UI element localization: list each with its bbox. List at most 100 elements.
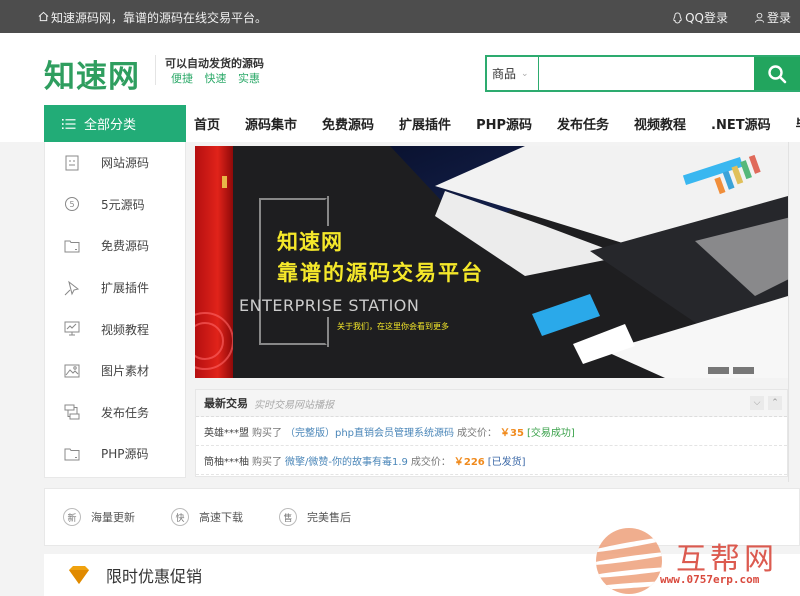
sidebar-item-label: 免费源码 [101, 239, 150, 254]
banner-slide-dot[interactable] [733, 367, 754, 374]
sidebar-item-image-assets[interactable]: 图片素材 [45, 350, 185, 392]
banner-headline: 靠谱的源码交易平台 [277, 261, 484, 285]
main-navigation: 全部分类 首页 源码集市 免费源码 扩展插件 PHP源码 发布任务 视频教程 .… [0, 105, 800, 142]
nav-item-php-source[interactable]: PHP源码 [468, 114, 540, 133]
nav-item-graduation[interactable]: 毕业 [788, 114, 800, 133]
banner-english-text: ENTERPRISE STATION [239, 296, 420, 315]
site-slogan: 知速源码网，靠谱的源码在线交易平台。 [38, 9, 267, 26]
trades-title: 最新交易 [204, 397, 248, 410]
all-categories-label: 全部分类 [84, 118, 137, 133]
nav-item-plugins[interactable]: 扩展插件 [391, 114, 459, 133]
nav-item-source-market[interactable]: 源码集市 [237, 114, 305, 133]
category-sidebar: 网站源码 5 5元源码 免费源码 扩展插件 视频教程 图片素材 发布任务 PHP… [44, 142, 186, 478]
trade-status: [已发货] [487, 456, 526, 468]
qq-icon [673, 11, 682, 24]
trades-subtitle: 实时交易网站播报 [254, 399, 334, 411]
trade-row: 英雄***盟 购买了 （完整版）php直销会员管理系统源码 成交价： ￥35 [… [196, 417, 787, 446]
trade-status: [交易成功] [526, 427, 575, 439]
sidebar-item-php-source[interactable]: PHP源码 [45, 433, 185, 475]
trade-row: 筒柚***柚 购买了 微擎/微赞-你的故事有毒1.9 成交价： ￥226 [已发… [196, 446, 787, 475]
site-logo[interactable]: 知速网 [44, 51, 140, 96]
scroll-down-button[interactable]: ⌵ [750, 396, 764, 410]
feature-label: 高速下载 [199, 511, 243, 524]
sidebar-item-post-task[interactable]: 发布任务 [45, 392, 185, 434]
search-category-value: 商品 [492, 67, 517, 81]
folder-icon [63, 237, 81, 255]
feature-badge-icon: 售 [279, 508, 297, 526]
banner-red-curtain [195, 146, 234, 378]
sidebar-item-label: 视频教程 [101, 322, 150, 337]
trade-user: 英雄***盟 [204, 427, 249, 439]
banner-title: 知速网 [277, 230, 343, 254]
trade-price: ￥226 [453, 456, 485, 468]
right-panel-edge [788, 142, 800, 482]
slogan-text: 知速源码网，靠谱的源码在线交易平台。 [51, 11, 268, 25]
diamond-icon [69, 566, 89, 584]
sidebar-item-label: 网站源码 [101, 156, 150, 171]
sidebar-item-label: 发布任务 [101, 405, 150, 420]
sidebar-item-video-tutorials[interactable]: 视频教程 [45, 308, 185, 350]
qq-login-link[interactable]: QQ登录 [672, 9, 728, 26]
trade-price: ￥35 [500, 427, 524, 439]
website-icon [63, 154, 81, 172]
chevron-down-icon: ⌄ [521, 68, 529, 79]
promo-section-header: 限时优惠促销 [44, 554, 800, 596]
feature-item: 售 完美售后 [279, 508, 351, 526]
trade-product-link[interactable]: 微擎/微赞-你的故事有毒1.9 [285, 453, 408, 468]
sidebar-item-label: PHP源码 [101, 447, 149, 462]
tagline-sub: 便捷 快速 实惠 [171, 72, 260, 85]
nav-item-video-tutorials[interactable]: 视频教程 [626, 114, 694, 133]
nav-item-post-task[interactable]: 发布任务 [549, 114, 617, 133]
double-chevron-down-icon: ⌵ [750, 396, 764, 410]
trade-price-label: 成交价： [410, 456, 451, 468]
nav-item-dotnet-source[interactable]: .NET源码 [703, 114, 779, 133]
top-bar: 知速源码网，靠谱的源码在线交易平台。 QQ登录 登录 [0, 0, 800, 33]
service-features: 新 海量更新 快 高速下载 售 完美售后 [44, 488, 800, 546]
list-icon [62, 118, 76, 129]
logo-divider [155, 55, 156, 85]
nav-item-home[interactable]: 首页 [186, 114, 228, 133]
trade-action: 购买了 [252, 456, 282, 468]
home-icon[interactable] [38, 11, 49, 25]
sidebar-item-five-yuan-source[interactable]: 5 5元源码 [45, 184, 185, 226]
qq-login-label: QQ登录 [685, 11, 728, 25]
promo-title: 限时优惠促销 [106, 567, 203, 586]
all-categories-button[interactable]: 全部分类 [44, 105, 186, 142]
banner-slide-dot[interactable] [708, 367, 729, 374]
login-label: 登录 [766, 11, 791, 25]
video-icon [63, 320, 81, 338]
feature-label: 海量更新 [91, 511, 135, 524]
feature-badge-icon: 快 [171, 508, 189, 526]
sidebar-item-label: 扩展插件 [101, 281, 150, 296]
search-icon [768, 64, 787, 83]
scroll-up-button[interactable]: ⌃ [768, 396, 782, 410]
sidebar-item-plugins[interactable]: 扩展插件 [45, 267, 185, 309]
five-coin-icon: 5 [63, 195, 81, 213]
site-header: 知速网 可以自动发货的源码 便捷 快速 实惠 商品 ⌄ [0, 33, 800, 105]
trade-price-label: 成交价： [457, 427, 498, 439]
sidebar-item-label: 5元源码 [101, 197, 145, 212]
user-icon [754, 12, 765, 23]
trade-user: 筒柚***柚 [204, 456, 249, 468]
search-input[interactable] [539, 57, 754, 90]
search-category-select[interactable]: 商品 ⌄ [487, 57, 539, 90]
tagline-main: 可以自动发货的源码 [165, 57, 264, 70]
sidebar-item-label: 图片素材 [101, 364, 150, 379]
trade-product-link[interactable]: （完整版）php直销会员管理系统源码 [285, 424, 454, 439]
banner-subtitle: 关于我们，在这里你会看到更多 [337, 322, 449, 331]
image-icon [63, 362, 81, 380]
pin-icon [63, 279, 81, 297]
task-icon [63, 403, 81, 421]
hero-banner[interactable]: 知速网 靠谱的源码交易平台 ENTERPRISE STATION 关于我们，在这… [195, 146, 788, 378]
double-chevron-up-icon: ⌃ [768, 396, 782, 410]
feature-label: 完美售后 [307, 511, 351, 524]
trades-header: 最新交易 实时交易网站播报 ⌵ ⌃ [196, 390, 787, 417]
login-link[interactable]: 登录 [754, 9, 791, 26]
feature-badge-icon: 新 [63, 508, 81, 526]
search-button[interactable] [754, 57, 800, 90]
folder-icon [63, 445, 81, 463]
search-box: 商品 ⌄ [485, 55, 800, 92]
sidebar-item-website-source[interactable]: 网站源码 [45, 142, 185, 184]
nav-item-free-source[interactable]: 免费源码 [314, 114, 382, 133]
sidebar-item-free-source[interactable]: 免费源码 [45, 225, 185, 267]
